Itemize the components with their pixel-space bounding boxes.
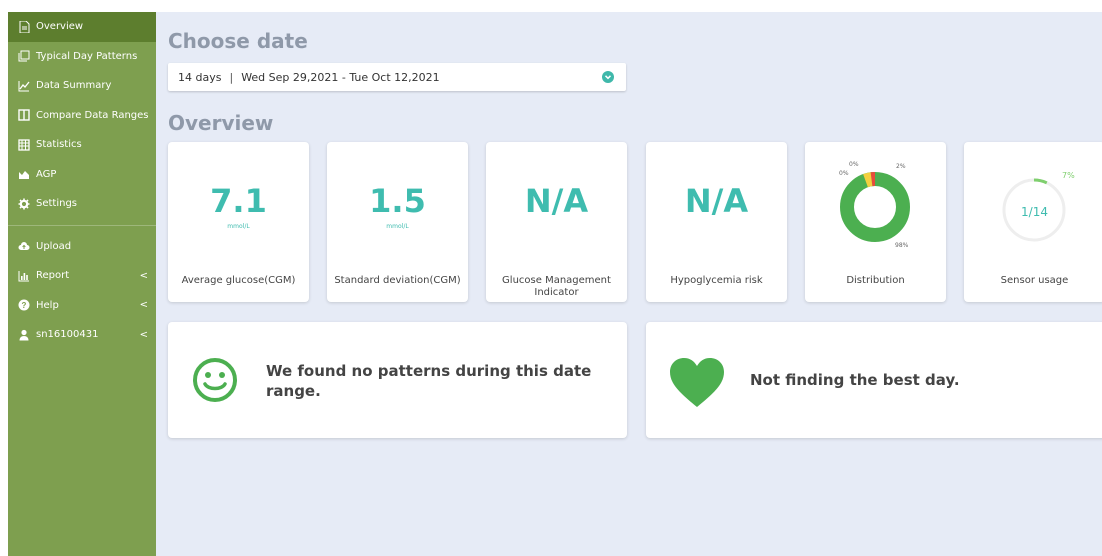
svg-text:?: ? xyxy=(22,301,27,310)
user-icon xyxy=(18,329,30,341)
glucose-management-indicator-card: N/A Glucose Management Indicator xyxy=(486,142,627,302)
date-range-separator: | xyxy=(229,70,234,84)
question-circle-icon: ? xyxy=(18,299,30,311)
document-icon xyxy=(18,20,30,33)
donut-label-high: 2% xyxy=(896,163,906,170)
donut-slice-high-yellow xyxy=(863,172,873,188)
sidebar-item-label: Compare Data Ranges xyxy=(36,109,149,121)
sidebar-item-label: Help xyxy=(36,299,59,311)
copy-icon xyxy=(18,50,30,62)
metric-value: N/A xyxy=(524,182,589,220)
sidebar-item-label: sn16100431 xyxy=(36,329,99,341)
sidebar-item-report[interactable]: Report < xyxy=(8,261,156,291)
metric-label: Sensor usage xyxy=(1000,275,1069,286)
donut-label-very-low: 0% xyxy=(849,161,859,168)
bar-chart-icon xyxy=(18,270,30,282)
metric-label: Hypoglycemia risk xyxy=(670,275,763,286)
average-glucose-card: 7.1 mmol/L Average glucose(CGM) xyxy=(168,142,309,302)
sidebar-item-statistics[interactable]: Statistics xyxy=(8,130,156,160)
sensor-usage-card: 7% 1/14 Sensor usage xyxy=(964,142,1102,302)
sidebar-item-compare-data-ranges[interactable]: Compare Data Ranges xyxy=(8,101,156,131)
metric-label: Average glucose(CGM) xyxy=(181,275,296,286)
line-chart-icon xyxy=(18,80,30,92)
table-icon xyxy=(18,139,30,151)
sensor-usage-value: 1/14 xyxy=(1021,205,1048,219)
hypoglycemia-risk-card: N/A Hypoglycemia risk xyxy=(646,142,787,302)
sidebar-divider xyxy=(8,224,156,226)
sidebar-item-label: Settings xyxy=(36,198,78,210)
best-day-card: Not finding the best day. xyxy=(646,322,1102,438)
sidebar-item-overview[interactable]: Overview xyxy=(8,12,156,42)
sidebar-item-label: Report xyxy=(36,270,70,282)
sensor-ring-used xyxy=(1033,178,1048,185)
sidebar-item-user[interactable]: sn16100431 < xyxy=(8,320,156,350)
sidebar-item-data-summary[interactable]: Data Summary xyxy=(8,71,156,101)
donut-label-low: 0% xyxy=(839,170,849,177)
area-chart-icon xyxy=(18,168,30,180)
metric-value: 7.1 xyxy=(210,182,267,220)
choose-date-title: Choose date xyxy=(168,29,308,53)
no-patterns-card: We found no patterns during this date ra… xyxy=(168,322,627,438)
smiley-icon xyxy=(192,357,238,407)
sidebar-item-agp[interactable]: AGP xyxy=(8,160,156,190)
distribution-card: 0% 0% 2% 98% Distribution xyxy=(805,142,946,302)
sensor-usage-percent: 7% xyxy=(1062,171,1075,180)
gear-icon xyxy=(18,198,30,210)
overview-title: Overview xyxy=(168,111,274,135)
sidebar: Overview Typical Day Patterns Data Summa… xyxy=(8,12,156,556)
sidebar-item-label: AGP xyxy=(36,168,57,180)
date-range-days: 14 days xyxy=(178,70,222,84)
metric-unit: mmol/L xyxy=(227,223,250,230)
metric-label: Glucose Management Indicator xyxy=(502,275,611,298)
sensor-usage-ring xyxy=(1002,178,1066,242)
sidebar-item-label: Statistics xyxy=(36,139,82,151)
date-range-select[interactable]: 14 days | Wed Sep 29,2021 - Tue Oct 12,2… xyxy=(168,63,626,91)
donut-slice-in-range xyxy=(840,172,910,242)
metric-label: Distribution xyxy=(846,275,905,286)
sidebar-item-help[interactable]: ? Help < xyxy=(8,291,156,321)
metric-unit: mmol/L xyxy=(386,223,409,230)
donut-label-in-range: 98% xyxy=(895,242,909,249)
metric-label: Standard deviation(CGM) xyxy=(334,275,461,286)
metric-value: 1.5 xyxy=(369,182,426,220)
main-content: Choose date 14 days | Wed Sep 29,2021 - … xyxy=(156,12,1102,556)
distribution-donut-chart xyxy=(840,172,910,242)
date-range-value: Wed Sep 29,2021 - Tue Oct 12,2021 xyxy=(241,70,440,84)
chevron-left-icon: < xyxy=(139,299,148,311)
sidebar-item-label: Overview xyxy=(36,21,84,33)
sidebar-item-label: Data Summary xyxy=(36,80,112,92)
cloud-upload-icon xyxy=(18,240,30,252)
columns-icon xyxy=(18,109,30,121)
chevron-left-icon: < xyxy=(139,270,148,282)
sidebar-item-upload[interactable]: Upload xyxy=(8,232,156,262)
sidebar-item-label: Upload xyxy=(36,240,72,252)
sidebar-item-settings[interactable]: Settings xyxy=(8,189,156,219)
heart-icon xyxy=(668,357,726,413)
metric-value: N/A xyxy=(684,182,749,220)
standard-deviation-card: 1.5 mmol/L Standard deviation(CGM) xyxy=(327,142,468,302)
sidebar-item-typical-day-patterns[interactable]: Typical Day Patterns xyxy=(8,42,156,72)
chevron-left-icon: < xyxy=(139,329,148,341)
sidebar-item-label: Typical Day Patterns xyxy=(36,50,138,62)
no-patterns-message: We found no patterns during this date ra… xyxy=(266,362,592,400)
chevron-down-icon[interactable] xyxy=(602,71,614,83)
best-day-message: Not finding the best day. xyxy=(750,371,960,389)
